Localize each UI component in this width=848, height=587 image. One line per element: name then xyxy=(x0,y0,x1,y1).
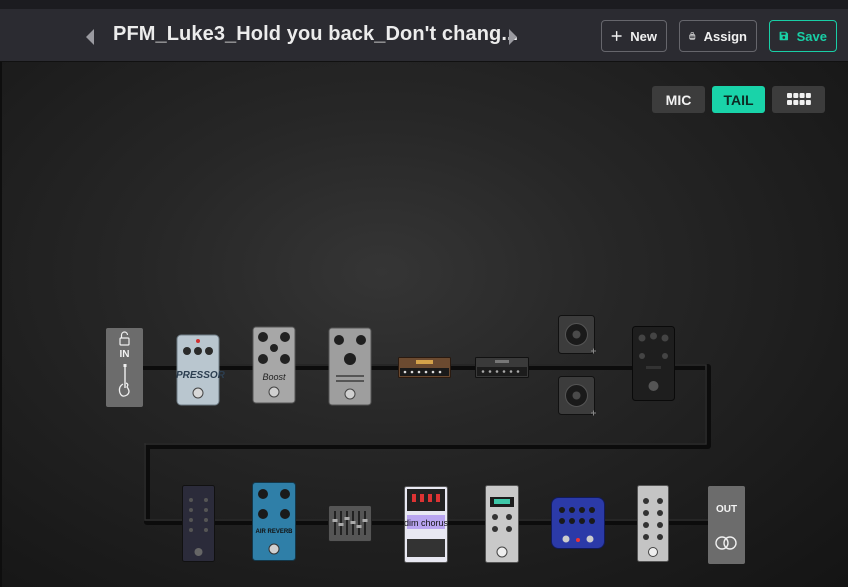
cabinet-top[interactable] xyxy=(558,315,597,356)
delay-blue-pedal-art xyxy=(551,497,605,549)
top-bar: PFM_Luke3_Hold you back_Don't chang... N… xyxy=(0,0,848,62)
reverb-silver-pedal[interactable] xyxy=(485,485,519,563)
floppy-disk-icon xyxy=(779,31,789,41)
stereo-doubler-pedal[interactable] xyxy=(328,327,372,406)
input-label: IN xyxy=(119,349,130,360)
amp-head-1[interactable] xyxy=(398,357,451,378)
input-block[interactable]: IN xyxy=(106,328,143,407)
reverb-blue-pedal[interactable]: AIR REVERB xyxy=(252,482,296,561)
dim-chorus-pedal[interactable]: dim chorus xyxy=(404,486,448,563)
assign-button-label: Assign xyxy=(703,28,747,44)
grid-view-button[interactable] xyxy=(772,86,825,113)
reverb-blue-label: AIR REVERB xyxy=(255,529,293,535)
save-button-label: Save xyxy=(796,28,827,44)
delay-blue-pedal[interactable] xyxy=(551,497,605,549)
boost-pedal-art xyxy=(252,326,296,404)
boost-label: Boost xyxy=(262,372,286,382)
caret-right-icon xyxy=(509,29,517,45)
eq-pedal-art xyxy=(182,485,215,562)
stereo-doubler-pedal-art xyxy=(328,327,372,406)
boost-pedal[interactable]: Boost xyxy=(252,326,296,404)
tail-view-button[interactable]: TAIL xyxy=(712,86,765,113)
compressor-pedal[interactable]: PRESSOR xyxy=(176,334,225,406)
amp-head-2-art xyxy=(475,357,529,378)
preset-title[interactable]: PFM_Luke3_Hold you back_Don't chang... xyxy=(113,23,518,46)
pre-eq-pedal-art xyxy=(632,326,675,401)
assign-button[interactable]: Assign xyxy=(679,20,757,52)
reverb-blue-pedal-art xyxy=(252,482,296,561)
canvas-edge xyxy=(0,62,2,587)
save-button[interactable]: Save xyxy=(769,20,837,52)
dim-chorus-label: dim chorus xyxy=(404,518,449,528)
new-button-label: New xyxy=(630,28,657,44)
eq-pedal[interactable] xyxy=(182,485,215,562)
grid-icon xyxy=(786,93,811,105)
amp-head-1-art xyxy=(398,357,451,378)
window-strip xyxy=(0,0,848,9)
speaker-cabinet-icon xyxy=(558,376,596,416)
multi-knob-pedal[interactable] xyxy=(637,485,669,562)
speaker-cabinet-icon xyxy=(558,315,596,354)
output-block[interactable]: OUT xyxy=(708,486,745,564)
mic-view-button[interactable]: MIC xyxy=(652,86,705,113)
plus-icon xyxy=(611,31,622,41)
pre-eq-pedal[interactable] xyxy=(632,326,675,401)
new-button[interactable]: New xyxy=(601,20,667,52)
multi-knob-pedal-art xyxy=(637,485,669,562)
graphic-eq-pedal[interactable] xyxy=(328,505,372,542)
next-preset-button[interactable] xyxy=(507,28,519,46)
amp-head-2[interactable] xyxy=(475,357,529,378)
cabinet-bottom[interactable] xyxy=(558,376,597,418)
compressor-label: PRESSOR xyxy=(176,370,225,381)
reverb-silver-pedal-art xyxy=(485,485,519,563)
graphic-eq-pedal-art xyxy=(328,505,372,542)
stereo-output-icon xyxy=(715,536,737,550)
caret-left-icon xyxy=(86,29,94,45)
guitar-input-icon xyxy=(118,331,130,397)
footswitch-icon xyxy=(689,32,696,40)
prev-preset-button[interactable] xyxy=(84,28,96,46)
